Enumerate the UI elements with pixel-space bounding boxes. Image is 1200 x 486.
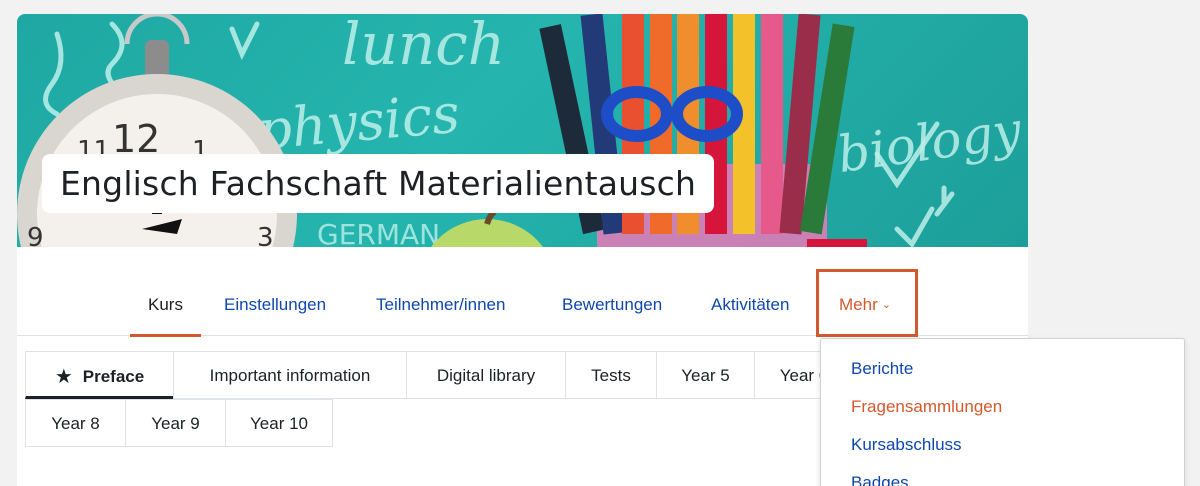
chalk-word-physics: physics <box>255 82 463 162</box>
section-tab-year-9[interactable]: Year 9 <box>125 399 226 447</box>
chalk-word-german: GERMAN <box>317 218 440 247</box>
nav-more-label: Mehr <box>839 295 878 314</box>
nav-tab-einstellungen[interactable]: Einstellungen <box>224 268 326 336</box>
section-tab-year-8[interactable]: Year 8 <box>25 399 126 447</box>
svg-text:9: 9 <box>27 223 44 247</box>
section-tab-year-5[interactable]: Year 5 <box>656 351 755 399</box>
section-tab-important-information[interactable]: Important information <box>173 351 407 399</box>
menu-item-fragensammlungen[interactable]: Fragensammlungen <box>851 397 1002 417</box>
chalk-word-biology: biology <box>834 101 1025 184</box>
section-tab-label: Preface <box>82 367 145 386</box>
section-tab-year-10[interactable]: Year 10 <box>225 399 333 447</box>
section-tab-digital-library[interactable]: Digital library <box>406 351 566 399</box>
section-tab-tests[interactable]: Tests <box>565 351 657 399</box>
section-tab-preface[interactable]: ★ Preface <box>25 351 174 399</box>
nav-tab-kurs[interactable]: Kurs <box>130 268 201 337</box>
menu-item-berichte[interactable]: Berichte <box>851 359 913 379</box>
menu-item-badges[interactable]: Badges <box>851 473 909 486</box>
course-title: Englisch Fachschaft Materialientausch <box>42 154 715 213</box>
course-banner-image: lunch physics biology GERMAN 12 11 1 3 9 <box>17 14 1028 247</box>
nav-tab-bewertungen[interactable]: Bewertungen <box>562 268 662 336</box>
chalk-word-lunch: lunch <box>342 14 505 78</box>
star-icon: ★ <box>54 366 73 388</box>
menu-item-kursabschluss[interactable]: Kursabschluss <box>851 435 962 455</box>
chevron-down-icon: ⌄ <box>881 299 891 311</box>
nav-more-menu-button[interactable]: Mehr ⌄ <box>816 269 918 337</box>
more-dropdown-menu: Berichte Fragensammlungen Kursabschluss … <box>820 338 1185 486</box>
svg-text:3: 3 <box>257 223 274 247</box>
nav-tab-teilnehmer[interactable]: Teilnehmer/innen <box>376 268 505 336</box>
nav-tab-aktivitaeten[interactable]: Aktivitäten <box>711 268 789 336</box>
